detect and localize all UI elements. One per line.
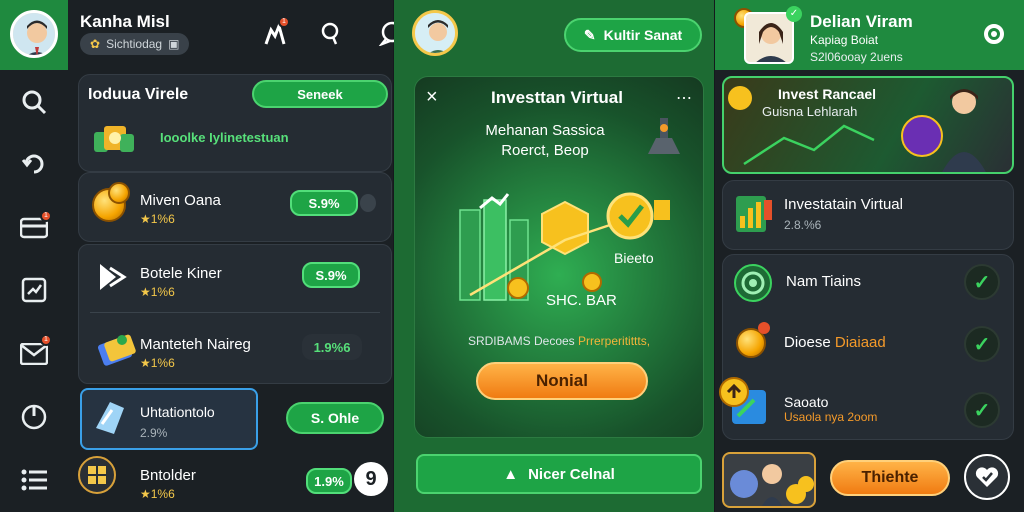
wallet-icon: [92, 122, 136, 156]
row-action-button[interactable]: S. Ohle: [286, 402, 384, 434]
card-icon[interactable]: 1: [18, 210, 52, 244]
section-note: Iooolke Iylinetestuan: [160, 130, 289, 145]
card-title: Investatain Virtual: [784, 196, 903, 213]
more-icon[interactable]: [360, 194, 376, 212]
reward-thumbnail[interactable]: [722, 452, 816, 508]
bottom-button-label: Nicer Celnal: [528, 465, 615, 483]
row-title: Bntolder: [140, 467, 196, 484]
task-title-text: Dioese: [784, 334, 835, 351]
check-icon[interactable]: ✓: [964, 392, 1000, 428]
chart-icon[interactable]: [18, 274, 50, 306]
chart-icon: [734, 192, 774, 236]
avatar[interactable]: [10, 10, 58, 58]
modal-title: Investtan Virtual: [491, 88, 623, 107]
row-sub: 2.9%: [140, 426, 168, 440]
illustration-label: Bieeto: [614, 250, 654, 266]
percent-badge: S.9%: [302, 262, 360, 288]
search-icon[interactable]: [18, 86, 50, 118]
section-title: Ioduua Virele: [88, 86, 189, 103]
mail-badge: 1: [40, 334, 52, 346]
investment-illustration: [440, 180, 680, 310]
play-icon: [96, 260, 130, 294]
ticket-icon: [96, 330, 140, 370]
power-icon[interactable]: [18, 400, 50, 432]
bottom-button[interactable]: ▲ Nicer Celnal: [416, 454, 702, 494]
avatar[interactable]: [412, 10, 458, 56]
search-icon[interactable]: [318, 20, 344, 46]
user-name: Kanha Misl: [80, 12, 170, 31]
gift-icon: [718, 376, 770, 428]
bottom-action-button[interactable]: Thiehte: [830, 460, 950, 496]
heart-icon[interactable]: [964, 454, 1010, 500]
user-line: S2l06ooay 2uens: [810, 50, 903, 64]
check-icon[interactable]: ✓: [964, 326, 1000, 362]
grid-icon: [78, 456, 116, 494]
modal-subtitle: Mehanan Sassica: [485, 122, 605, 139]
row-sub: ★1%6: [140, 212, 175, 226]
check-icon[interactable]: ✓: [964, 264, 1000, 300]
modal-primary-button[interactable]: Nonial: [476, 362, 648, 400]
row-sub: ★1%6: [140, 487, 175, 501]
user-line: Kapiag Boiat: [810, 33, 879, 47]
user-name: Delian Viram: [810, 12, 913, 31]
banner-subtitle: Guisna Lehlarah: [762, 104, 858, 119]
user-badge[interactable]: ✿ Sichtiodag ▣: [80, 33, 190, 55]
percent-badge: 1.9%6: [302, 334, 362, 360]
divider: [90, 312, 380, 313]
flag-icon: ▲: [503, 465, 519, 483]
settings-icon[interactable]: [980, 20, 1008, 48]
number-badge[interactable]: 9: [354, 462, 388, 496]
modal-note-text: SRDIBAMS Decoes: [467, 334, 579, 348]
task-title: Dioese Diaiaad: [784, 334, 886, 351]
row-title: Miven Oana: [140, 192, 221, 209]
left-nav: [0, 0, 68, 512]
menu-icon[interactable]: [18, 464, 50, 496]
percent-badge: 1.9%: [306, 468, 352, 494]
gear-icon: ✿: [90, 37, 101, 51]
notification-badge: 1: [40, 210, 52, 222]
modal-note-highlight: Prrerperitittts,: [578, 334, 651, 348]
avatar[interactable]: [744, 12, 794, 64]
chat-icon[interactable]: [378, 20, 394, 46]
top-button-label: Kultir Sanat: [603, 27, 683, 43]
modal-note: SRDIBAMS Decoes Prrerperitittts,: [428, 334, 690, 348]
shield-icon: [90, 398, 130, 438]
task-title: Saoato: [784, 394, 829, 410]
row-title: Uhtationtolo: [140, 404, 215, 420]
coin-label: SHC. BAR: [546, 292, 617, 309]
banner-title: Invest Rancael: [778, 86, 877, 102]
row-sub: ★1%6: [140, 356, 175, 370]
percent-badge: S.9%: [290, 190, 358, 216]
header-badge: 1: [278, 16, 290, 28]
section-button[interactable]: Seneek: [252, 80, 388, 108]
invest-icon[interactable]: 1: [262, 16, 290, 46]
verified-icon: ✓: [786, 6, 802, 22]
card-sub: 2.8.%6: [784, 218, 822, 232]
row-sub: ★1%6: [140, 285, 175, 299]
task-highlight: Diaiaad: [834, 334, 886, 351]
edit-icon: ✎: [583, 26, 596, 43]
mail-icon[interactable]: 1: [18, 334, 52, 370]
task-highlight: Usaola nya 2oom: [784, 410, 878, 424]
refresh-icon[interactable]: [18, 148, 50, 180]
lamp-icon: [644, 114, 684, 158]
row-title: Manteteh Naireg: [140, 336, 251, 353]
user-badge-label: Sichtiodag: [106, 37, 163, 51]
coin-icon: [108, 182, 130, 204]
more-icon[interactable]: ⋯: [676, 88, 692, 108]
top-button[interactable]: ✎ Kultir Sanat: [564, 18, 702, 52]
camera-icon: ▣: [168, 37, 180, 51]
target-icon: [734, 264, 772, 302]
task-title: Nam Tiains: [786, 273, 862, 290]
badge: [758, 322, 770, 334]
modal-subtitle-2: Roerct, Beop: [501, 142, 589, 159]
close-icon[interactable]: ×: [426, 86, 438, 109]
row-title: Botele Kiner: [140, 265, 222, 282]
